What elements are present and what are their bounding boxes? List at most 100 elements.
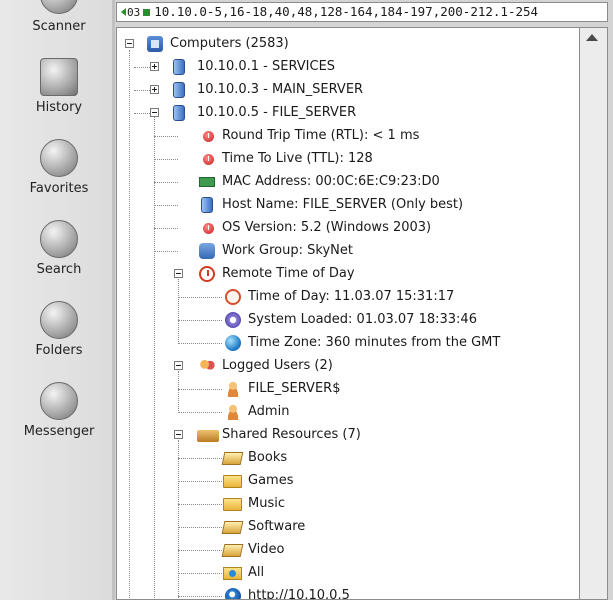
- tree-root-label: Computers (2583): [170, 36, 289, 51]
- tree-item-workgroup[interactable]: Work Group: SkyNet: [117, 241, 577, 261]
- info-icon: [203, 154, 214, 165]
- messenger-icon: [40, 382, 78, 420]
- shared-resources-label: Shared Resources (7): [222, 427, 361, 442]
- os-label: OS Version: 5.2 (Windows 2003): [222, 220, 432, 235]
- collapse-icon[interactable]: [174, 430, 183, 439]
- tree-scrollbar[interactable]: [580, 27, 608, 600]
- workgroup-label: Work Group: SkyNet: [222, 243, 353, 258]
- user-icon: [225, 404, 241, 420]
- tree-item-time-of-day[interactable]: Time of Day: 11.03.07 15:31:17: [117, 287, 577, 307]
- favorites-icon: [40, 139, 78, 177]
- network-icon: [147, 36, 163, 52]
- tree-item-remote-time[interactable]: Remote Time of Day: [117, 264, 577, 284]
- collapse-icon[interactable]: [125, 39, 134, 48]
- range-prefix: 03: [127, 6, 141, 19]
- sidebar-item-label: History: [35, 100, 83, 115]
- browser-icon: [225, 588, 241, 599]
- computer-icon: [201, 197, 213, 213]
- rtt-label: Round Trip Time (RTL): < 1 ms: [222, 128, 420, 143]
- host-label: 10.10.0.3 - MAIN_SERVER: [197, 82, 364, 97]
- tree-item-mac[interactable]: MAC Address: 00:0C:6E:C9:23:D0: [117, 172, 577, 192]
- ip-range-value: 10.10.0-5,16-18,40,48,128-164,184-197,20…: [154, 4, 539, 19]
- computer-icon: [173, 105, 185, 121]
- tree-item-os[interactable]: OS Version: 5.2 (Windows 2003): [117, 218, 577, 238]
- sidebar-item-label: Favorites: [29, 181, 89, 196]
- collapse-icon[interactable]: [174, 361, 183, 370]
- folder-icon: [221, 452, 244, 465]
- sidebar-item-label: Messenger: [23, 424, 95, 439]
- tree-item-ttl[interactable]: Time To Live (TTL): 128: [117, 149, 577, 169]
- collapse-icon[interactable]: [174, 269, 183, 278]
- clock-icon: [225, 289, 241, 305]
- tree-item-share[interactable]: Music: [117, 494, 577, 514]
- tree-item-shared-resources[interactable]: Shared Resources (7): [117, 425, 577, 445]
- collapse-icon[interactable]: [150, 108, 159, 117]
- time-of-day-label: Time of Day: 11.03.07 15:31:17: [248, 289, 455, 304]
- computer-icon: [173, 82, 185, 98]
- share-label: Games: [248, 473, 294, 488]
- tree-host-file-server[interactable]: 10.10.0.5 - FILE_SERVER: [117, 103, 577, 123]
- history-icon: [40, 58, 78, 96]
- users-icon: [199, 358, 215, 374]
- folder-icon: [221, 521, 244, 534]
- http-label: http://10.10.0.5: [248, 588, 350, 600]
- sidebar-item-folders[interactable]: Folders: [0, 299, 112, 379]
- sidebar-item-messenger[interactable]: Messenger: [0, 380, 112, 460]
- tree-host-main-server[interactable]: 10.10.0.3 - MAIN_SERVER: [117, 80, 577, 100]
- share-label: All: [248, 565, 265, 580]
- ttl-label: Time To Live (TTL): 128: [222, 151, 373, 166]
- hostname-label: Host Name: FILE_SERVER (Only best): [222, 197, 464, 212]
- expand-icon[interactable]: [150, 62, 159, 71]
- tree-item-hostname[interactable]: Host Name: FILE_SERVER (Only best): [117, 195, 577, 215]
- tree-item-rtt[interactable]: Round Trip Time (RTL): < 1 ms: [117, 126, 577, 146]
- sidebar-item-scanner[interactable]: Scanner: [0, 0, 112, 52]
- tree-item-http[interactable]: http://10.10.0.5: [117, 586, 577, 600]
- host-label: 10.10.0.1 - SERVICES: [197, 59, 336, 74]
- tree-item-share[interactable]: All: [117, 563, 577, 583]
- scan-start-icon[interactable]: [143, 9, 151, 16]
- computer-icon: [173, 59, 185, 75]
- tree-item-share[interactable]: Video: [117, 540, 577, 560]
- tree-item-user[interactable]: FILE_SERVER$: [117, 379, 577, 399]
- folder-icon: [223, 498, 242, 511]
- sidebar-item-label: Search: [36, 262, 82, 277]
- tree-item-time-zone[interactable]: Time Zone: 360 minutes from the GMT: [117, 333, 577, 353]
- tree-item-user[interactable]: Admin: [117, 402, 577, 422]
- folder-icon: [223, 475, 242, 488]
- remote-time-label: Remote Time of Day: [222, 266, 355, 281]
- logged-users-label: Logged Users (2): [222, 358, 333, 373]
- clock-icon: [199, 266, 215, 282]
- shared-folder-icon: [223, 567, 242, 580]
- tree-item-share[interactable]: Books: [117, 448, 577, 468]
- sidebar-item-search[interactable]: Search: [0, 218, 112, 298]
- tree-item-logged-users[interactable]: Logged Users (2): [117, 356, 577, 376]
- system-loaded-label: System Loaded: 01.03.07 18:33:46: [248, 312, 477, 327]
- sidebar-item-label: Folders: [35, 343, 83, 358]
- user-icon: [225, 381, 241, 397]
- tree-item-share[interactable]: Games: [117, 471, 577, 491]
- tree-item-share[interactable]: Software: [117, 517, 577, 537]
- panel-divider: [112, 0, 115, 600]
- share-label: Video: [248, 542, 285, 557]
- mac-label: MAC Address: 00:0C:6E:C9:23:D0: [222, 174, 440, 189]
- sidebar: Scanner History Favorites Search Folders…: [0, 0, 113, 600]
- globe-icon: [225, 335, 241, 351]
- workgroup-icon: [199, 243, 215, 259]
- tree-root[interactable]: Computers (2583): [117, 34, 577, 54]
- ip-range-input[interactable]: 03 10.10.0-5,16-18,40,48,128-164,184-197,…: [116, 2, 608, 22]
- back-arrow-icon[interactable]: [121, 8, 126, 16]
- info-icon: [203, 131, 214, 142]
- computers-tree[interactable]: Computers (2583) 10.10.0.1 - SERVICES 10…: [116, 27, 580, 600]
- share-label: Music: [248, 496, 285, 511]
- shared-folder-icon: [197, 430, 219, 442]
- sidebar-item-history[interactable]: History: [0, 56, 112, 136]
- host-label: 10.10.0.5 - FILE_SERVER: [197, 105, 357, 120]
- scanner-icon: [40, 0, 78, 14]
- sidebar-item-favorites[interactable]: Favorites: [0, 137, 112, 217]
- tree-host-services[interactable]: 10.10.0.1 - SERVICES: [117, 57, 577, 77]
- tree-item-system-loaded[interactable]: System Loaded: 01.03.07 18:33:46: [117, 310, 577, 330]
- user-label: FILE_SERVER$: [248, 381, 341, 396]
- expand-icon[interactable]: [150, 85, 159, 94]
- gear-icon: [225, 312, 241, 328]
- scroll-up-arrow-icon[interactable]: [586, 34, 598, 41]
